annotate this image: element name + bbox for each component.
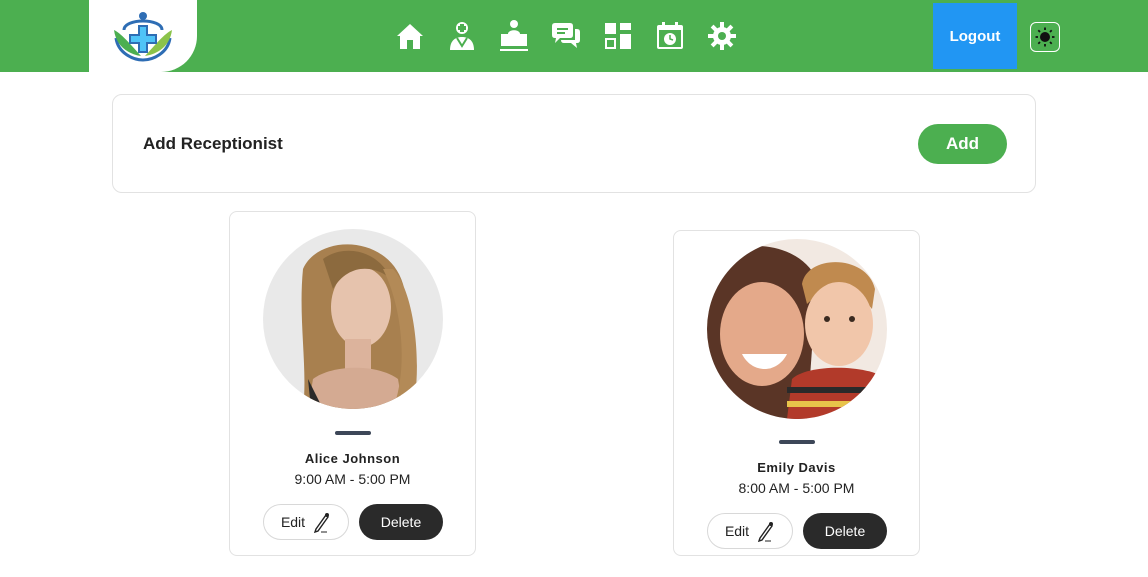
- logout-button[interactable]: Logout: [933, 3, 1017, 69]
- reception-desk-icon[interactable]: [498, 18, 530, 54]
- chat-icon[interactable]: [550, 18, 582, 54]
- sun-icon: [1035, 27, 1055, 47]
- edit-button[interactable]: Edit: [263, 504, 349, 540]
- receptionist-name: Alice Johnson: [304, 451, 401, 466]
- nav-icon-bar: [394, 16, 738, 56]
- theme-toggle-button[interactable]: [1030, 22, 1060, 52]
- add-receptionist-panel: Add Receptionist Add: [112, 94, 1036, 193]
- divider: [335, 431, 371, 435]
- dashboard-icon[interactable]: [602, 18, 634, 54]
- calendar-icon[interactable]: [654, 18, 686, 54]
- home-icon[interactable]: [394, 18, 426, 54]
- pencil-icon: [313, 513, 330, 533]
- medical-cross-logo-icon: [114, 12, 172, 62]
- top-navbar: Logout: [0, 0, 1148, 72]
- delete-button[interactable]: Delete: [359, 504, 443, 540]
- logo[interactable]: [89, 0, 197, 72]
- edit-button[interactable]: Edit: [707, 513, 793, 549]
- pencil-icon: [757, 522, 774, 542]
- receptionist-name: Emily Davis: [757, 460, 836, 475]
- add-button[interactable]: Add: [918, 124, 1007, 164]
- receptionist-card: Emily Davis 8:00 AM - 5:00 PM Edit Delet…: [673, 230, 920, 556]
- delete-button[interactable]: Delete: [803, 513, 887, 549]
- add-receptionist-title: Add Receptionist: [143, 134, 283, 153]
- doctor-icon[interactable]: [446, 18, 478, 54]
- avatar: [707, 239, 887, 419]
- receptionist-hours: 9:00 AM - 5:00 PM: [294, 471, 411, 487]
- receptionist-hours: 8:00 AM - 5:00 PM: [738, 480, 855, 496]
- divider: [779, 440, 815, 444]
- avatar: [263, 229, 443, 409]
- receptionist-card: Alice Johnson 9:00 AM - 5:00 PM Edit Del…: [229, 211, 476, 556]
- settings-icon[interactable]: [706, 18, 738, 54]
- edit-label: Edit: [280, 514, 306, 530]
- edit-label: Edit: [724, 523, 750, 539]
